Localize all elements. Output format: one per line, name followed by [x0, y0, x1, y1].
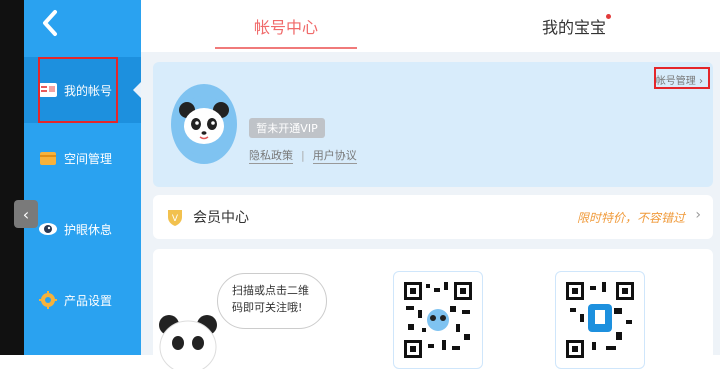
speech-bubble: 扫描或点击二维码即可关注哦! [217, 273, 327, 329]
sidebar-item-settings[interactable]: 产品设置 [24, 267, 141, 333]
sidebar-item-label: 护眼休息 [64, 222, 113, 237]
sidebar-item-space[interactable]: 空间管理 [24, 125, 141, 191]
member-center-bar[interactable]: V 会员中心 限时特价，不容错过 › [153, 195, 713, 239]
back-button[interactable] [40, 8, 70, 44]
vip-status-badge[interactable]: 暂未开通VIP [249, 118, 325, 138]
profile-card: 暂未开通VIP 隐私政策 | 用户协议 帐号管理 › [153, 62, 713, 187]
sidebar: 我的帐号 空间管理 护眼休息 产品设置 [24, 0, 142, 355]
avatar[interactable] [171, 84, 237, 164]
qr-card: 扫描或点击二维码即可关注哦! [153, 249, 713, 369]
sidebar-item-label: 空间管理 [64, 151, 113, 166]
qr-code-app[interactable] [555, 271, 645, 369]
gear-icon [38, 290, 58, 310]
chevron-left-icon [43, 10, 57, 36]
tab-active-underline [215, 47, 357, 49]
link-separator: | [301, 149, 305, 162]
privacy-policy-link[interactable]: 隐私政策 [249, 147, 293, 164]
user-agreement-link[interactable]: 用户协议 [312, 147, 357, 164]
chevron-left-icon: ‹ [22, 204, 30, 224]
member-center-title: 会员中心 [193, 210, 249, 226]
notification-dot [606, 14, 611, 19]
folder-icon [38, 148, 58, 168]
svg-text:V: V [172, 214, 179, 224]
sidebar-item-eye-rest[interactable]: 护眼休息 [24, 196, 141, 262]
member-promo-text: 限时特价，不容错过 [576, 211, 685, 225]
chevron-right-icon: › [695, 207, 701, 223]
qr-code-wechat[interactable] [393, 271, 483, 369]
collapse-handle[interactable]: ‹ [14, 200, 38, 228]
main-panel: 帐号中心 我的宝宝 暂未开通VIP 隐私政策 | 用户协议 帐号管理 › V 会… [141, 0, 720, 369]
tab-bar: 帐号中心 我的宝宝 [141, 0, 720, 52]
sidebar-item-label: 产品设置 [64, 293, 113, 308]
highlight-box [38, 57, 118, 123]
eye-icon [38, 219, 58, 239]
highlight-box [654, 67, 710, 89]
panda-mascot [155, 311, 221, 369]
policy-links: 隐私政策 | 用户协议 [249, 147, 357, 164]
vip-shield-icon: V [165, 207, 185, 227]
tab-account-center[interactable]: 帐号中心 [215, 0, 357, 52]
tab-my-baby[interactable]: 我的宝宝 [503, 0, 645, 52]
left-black-strip [0, 0, 24, 355]
